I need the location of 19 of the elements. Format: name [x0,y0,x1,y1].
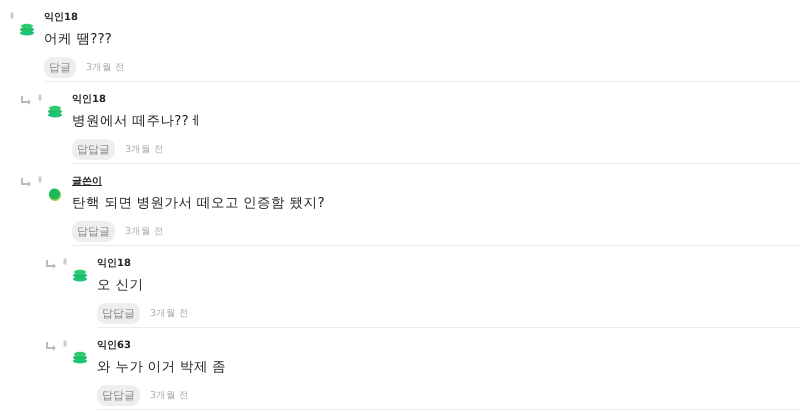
reply-arrow-icon [45,260,57,270]
author-name[interactable]: 익인18 [97,256,800,270]
comment-text: 탄핵 되면 병원가서 떼오고 인증함 됐지? [72,194,326,212]
comment-text: 오 신기 [97,276,144,294]
author-name[interactable]: 익인63 [97,338,800,352]
reply-arrow-icon [20,96,32,106]
author-name[interactable]: 익인18 [72,92,800,106]
author-name[interactable]: 익인18 [44,10,800,24]
comment-text: 와 누가 이거 박제 좀 [97,358,228,376]
comment-text: 어케 땜??? [44,30,113,48]
reply-arrow-icon [45,342,57,352]
timestamp: 3개월 전 [150,307,190,320]
timestamp: 3개월 전 [86,61,126,74]
comment-text: 병원에서 떼주나??ㅔ [72,112,204,130]
timestamp: 3개월 전 [125,225,164,238]
reply-arrow-icon [20,178,32,188]
author-name[interactable]: 글쓴이 [72,174,800,188]
timestamp: 3개월 전 [150,389,190,402]
timestamp: 3개월 전 [125,143,164,156]
